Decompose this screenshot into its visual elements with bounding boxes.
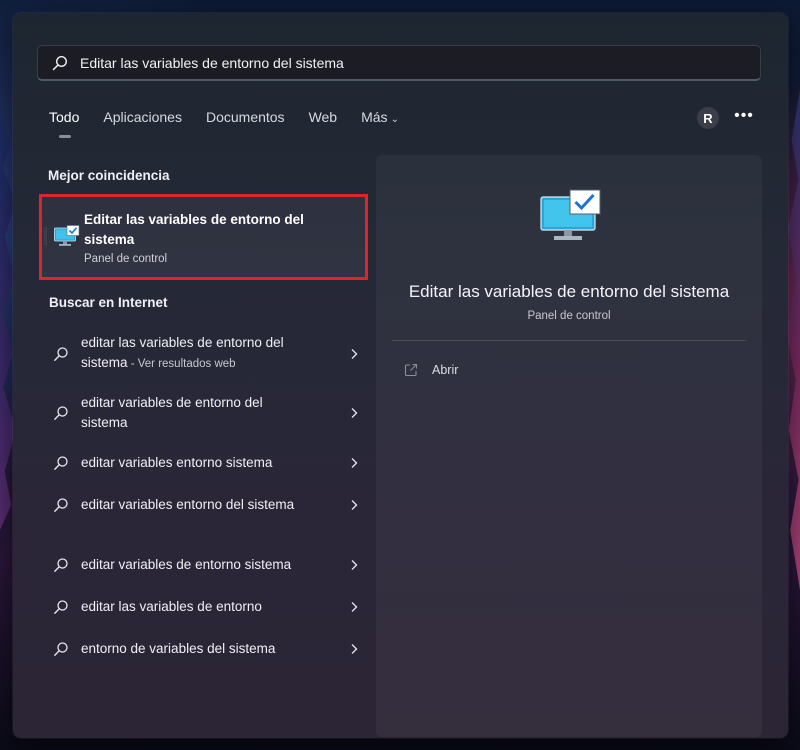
web-result-text: editar variables de entorno sistema [81,555,311,575]
tab-web[interactable]: Web [309,109,338,139]
web-result-query: editar variables de entorno del sistema [81,395,263,430]
more-options-icon[interactable]: ••• [733,105,755,127]
web-search-heading: Buscar en Internet [49,295,168,310]
tab-documentos[interactable]: Documentos [206,109,285,139]
web-result-text: editar las variables de entorno del sist… [81,333,311,374]
tab-label: Aplicaciones [103,109,182,125]
web-result-text: editar las variables de entorno [81,597,311,617]
chevron-right-icon [351,500,358,510]
web-result-item[interactable]: editar variables entorno del sistema [49,495,359,515]
system-properties-icon [54,225,80,246]
web-result-suffix: - Ver resultados web [127,358,236,370]
open-action-label: Abrir [432,363,459,377]
search-box[interactable] [37,45,761,81]
start-search-panel: Todo Aplicaciones Documentos Web Más⌄ R … [13,13,788,738]
selection-indicator [44,227,47,245]
chevron-right-icon [351,644,358,654]
web-result-query: editar variables de entorno sistema [81,557,292,572]
web-result-query: editar variables entorno del sistema [81,497,295,512]
search-input[interactable] [78,53,742,72]
chevron-down-icon: ⌄ [390,114,399,125]
best-match-result[interactable]: Editar las variables de entorno del sist… [39,194,368,280]
web-result-text: editar variables entorno del sistema [81,495,311,515]
tab-label: Todo [49,109,80,125]
best-match-title: Editar las variables de entorno del sist… [84,212,304,247]
web-result-item[interactable]: editar variables de entorno del sistema [49,393,359,433]
web-result-item[interactable]: editar las variables de entorno del sist… [49,333,359,374]
search-icon [54,600,68,614]
tab-mas[interactable]: Más ⌄ [361,109,399,139]
chevron-right-icon [351,560,358,570]
web-result-query: entorno de variables del sistema [81,641,276,656]
open-icon [404,363,418,377]
tab-label: Documentos [205,109,285,125]
web-result-item[interactable]: entorno de variables del sistema [49,639,359,659]
chevron-right-icon [351,408,358,418]
web-result-text: editar variables de entorno del sistema [81,393,311,433]
chevron-right-icon [351,458,358,468]
best-match-heading: Mejor coincidencia [48,168,170,183]
preview-divider [392,340,746,341]
search-icon [52,55,68,70]
system-properties-icon [540,189,601,240]
tab-label: Web [308,109,338,125]
account-avatar[interactable]: R [697,107,719,129]
search-icon [54,558,68,572]
filter-tabs: Todo Aplicaciones Documentos Web Más ⌄ [49,109,423,139]
preview-subtitle: Panel de control [527,310,611,322]
preview-title: Editar las variables de entorno del sist… [408,282,730,301]
search-icon [54,642,68,656]
search-icon [54,456,68,470]
web-result-query: editar las variables de entorno [81,599,262,614]
web-result-text: entorno de variables del sistema [81,639,311,659]
best-match-subtitle: Panel de control [84,253,168,265]
search-icon [54,406,68,420]
chevron-right-icon [351,602,358,612]
tab-aplicaciones[interactable]: Aplicaciones [103,109,182,139]
preview-pane: Editar las variables de entorno del sist… [376,155,762,737]
web-result-text: editar variables entorno sistema [81,453,311,473]
search-icon [54,346,68,361]
tab-todo[interactable]: Todo [49,109,79,139]
web-result-item[interactable]: editar variables de entorno sistema [49,555,359,575]
web-result-item[interactable]: editar las variables de entorno [49,597,359,617]
web-result-query: editar variables entorno sistema [81,455,273,470]
web-result-item[interactable]: editar variables entorno sistema [49,453,359,473]
open-action[interactable]: Abrir [404,363,458,377]
tab-label: Más [361,109,388,125]
search-icon [54,498,68,512]
chevron-right-icon [351,348,358,359]
